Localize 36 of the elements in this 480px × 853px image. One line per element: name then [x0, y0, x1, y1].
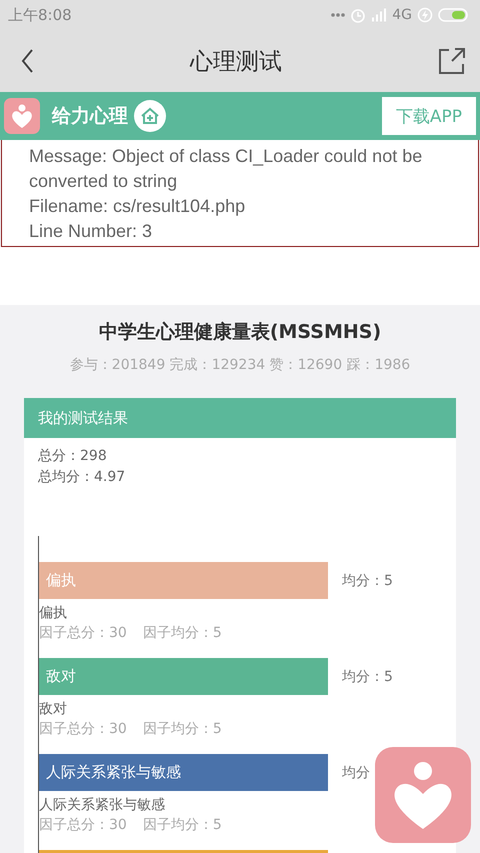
factor-bar: 偏执	[38, 562, 328, 599]
factor-total: 因子总分：30	[39, 720, 127, 739]
back-icon[interactable]	[20, 48, 34, 74]
factor-score: 均分：5	[342, 572, 393, 590]
share-icon[interactable]	[438, 47, 466, 75]
page-title: 心理测试	[190, 48, 282, 76]
error-text: Message: Object of class CI_Loader could not be converted to string	[29, 145, 424, 193]
alarm-icon	[350, 7, 366, 23]
factor-name: 敌对	[38, 700, 68, 719]
brand-name: 给力心理	[52, 104, 128, 129]
factor-average: 因子均分：5	[142, 720, 222, 739]
factor-bar: 人际关系紧张与敏感	[38, 754, 328, 791]
download-app-button[interactable]: 下载APP	[382, 97, 476, 135]
signal-icon	[371, 7, 388, 23]
network-type: 4G	[392, 7, 412, 23]
factor-score: 均分：5	[342, 668, 393, 686]
average-score: 总均分：4.97	[38, 468, 126, 487]
battery-icon	[438, 8, 468, 22]
error-text: Line Number: 3	[29, 220, 154, 243]
factor-bar: 敌对	[38, 658, 328, 695]
factor-average: 因子均分：5	[142, 816, 222, 835]
error-text: Filename: cs/result104.php	[29, 195, 246, 218]
factor-average: 因子均分：5	[142, 624, 222, 643]
app-logo-icon	[4, 98, 40, 134]
factor-name: 偏执	[38, 604, 68, 623]
factor-score: 均分	[342, 764, 370, 782]
factor-total: 因子总分：30	[39, 624, 127, 643]
card-header: 我的测试结果	[24, 398, 456, 438]
more-icon	[331, 13, 346, 17]
factor-total: 因子总分：30	[39, 816, 127, 835]
total-score: 总分：298	[38, 447, 108, 466]
charging-icon	[417, 7, 433, 23]
status-time: 上午8:08	[8, 6, 72, 24]
test-stats: 参与：201849 完成：129234 赞：12690 踩：1986	[68, 356, 412, 374]
test-title: 中学生心理健康量表(MSSMHS)	[98, 320, 382, 345]
factor-name: 人际关系紧张与敏感	[38, 796, 166, 815]
